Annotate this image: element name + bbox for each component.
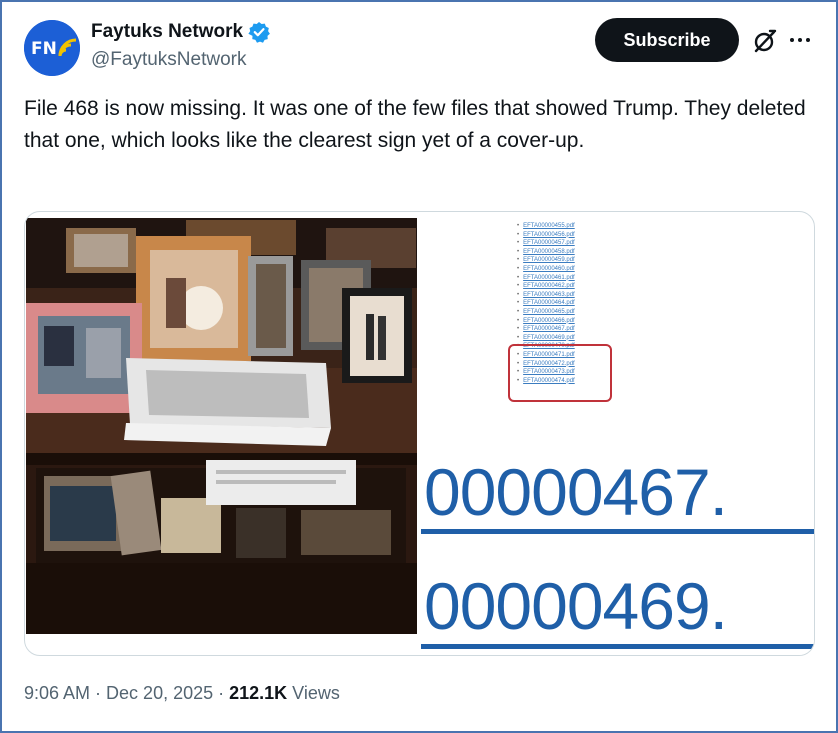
highlight-box: [508, 344, 612, 402]
file-link[interactable]: EFTA00000469.pdf: [517, 334, 637, 343]
zoomed-file-numbers: 00000467. 00000469.: [421, 438, 814, 655]
dot: [798, 38, 802, 42]
file-link[interactable]: EFTA00000455.pdf: [517, 222, 637, 231]
svg-text:FN: FN: [31, 39, 57, 59]
tweet-text: File 468 is now missing. It was one of t…: [24, 97, 812, 152]
avatar-logo-icon: FN: [24, 20, 80, 76]
separator: ·: [218, 683, 225, 703]
grok-icon[interactable]: [752, 28, 778, 54]
author-display-name[interactable]: Faytuks Network: [91, 21, 243, 43]
file-link[interactable]: EFTA00000457.pdf: [517, 239, 637, 248]
file-link[interactable]: EFTA00000459.pdf: [517, 256, 637, 265]
file-link[interactable]: EFTA00000458.pdf: [517, 248, 637, 257]
views-count: 212.1K: [229, 683, 288, 703]
avatar[interactable]: FN: [24, 20, 80, 76]
zoom-file-467: 00000467.: [424, 455, 728, 529]
post-time[interactable]: 9:06 AM: [24, 683, 90, 704]
author-handle[interactable]: @FaytuksNetwork: [91, 49, 247, 71]
file-link[interactable]: EFTA00000464.pdf: [517, 299, 637, 308]
dot: [790, 38, 794, 42]
file-link[interactable]: EFTA00000466.pdf: [517, 317, 637, 326]
tweet-media[interactable]: EFTA00000455.pdf EFTA00000456.pdf EFTA00…: [24, 211, 815, 656]
file-link[interactable]: EFTA00000460.pdf: [517, 265, 637, 274]
file-link[interactable]: EFTA00000463.pdf: [517, 291, 637, 300]
post-date[interactable]: Dec 20, 2025: [106, 683, 213, 704]
more-options-icon[interactable]: [790, 38, 810, 42]
verified-badge-icon[interactable]: [248, 21, 270, 43]
underline: [421, 644, 814, 649]
desk-photo[interactable]: [26, 218, 417, 634]
tweet-meta: 9:06 AM · Dec 20, 2025 · 212.1K Views: [24, 683, 340, 704]
subscribe-button[interactable]: Subscribe: [595, 18, 739, 62]
author-name-row: Faytuks Network: [91, 21, 270, 43]
separator: ·: [95, 683, 102, 703]
views-label: Views: [292, 683, 340, 703]
underline: [421, 529, 814, 534]
file-link[interactable]: EFTA00000465.pdf: [517, 308, 637, 317]
file-link[interactable]: EFTA00000461.pdf: [517, 274, 637, 283]
dot: [806, 38, 810, 42]
file-link[interactable]: EFTA00000462.pdf: [517, 282, 637, 291]
zoom-file-469: 00000469.: [424, 569, 728, 643]
file-link[interactable]: EFTA00000467.pdf: [517, 325, 637, 334]
file-link[interactable]: EFTA00000456.pdf: [517, 231, 637, 240]
